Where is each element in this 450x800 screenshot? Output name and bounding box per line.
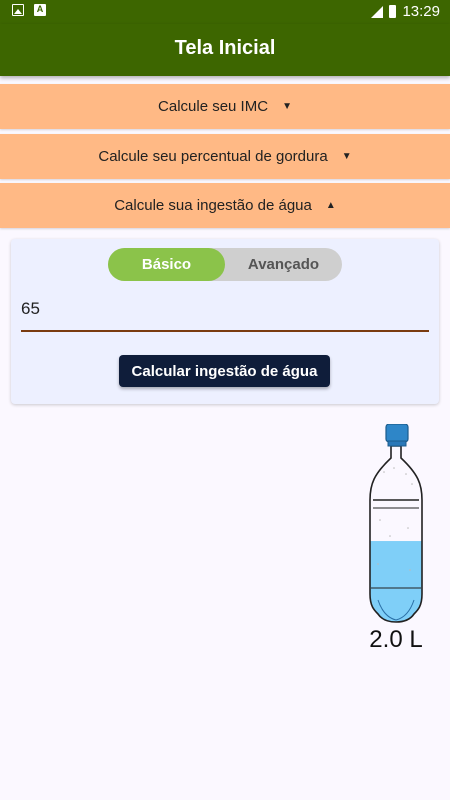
toggle-basic[interactable]: Básico: [108, 248, 225, 281]
accordion-body-fat[interactable]: Calcule seu percentual de gordura ▼: [0, 134, 450, 179]
battery-icon: [389, 5, 397, 18]
status-bar: A 13:29: [0, 0, 450, 24]
mode-toggle[interactable]: Básico Avançado: [108, 248, 342, 281]
font-notification-icon: A: [34, 4, 46, 16]
page-title: Tela Inicial: [174, 37, 276, 59]
status-time: 13:29: [402, 3, 440, 20]
water-amount-label: 2.0 L: [369, 626, 423, 653]
water-bottle-icon: [369, 424, 423, 623]
accordion-water-intake-label: Calcule sua ingestão de água: [114, 197, 312, 214]
signal-icon: [371, 5, 384, 18]
water-level: [370, 541, 422, 622]
chevron-down-icon: ▼: [282, 101, 292, 112]
accordion-imc-label: Calcule seu IMC: [158, 98, 269, 115]
calculate-water-button[interactable]: Calcular ingestão de água: [119, 355, 330, 387]
chevron-up-icon: ▲: [325, 200, 336, 211]
image-notification-icon: [12, 4, 24, 16]
app-bar: Tela Inicial: [0, 24, 450, 76]
accordion-body-fat-label: Calcule seu percentual de gordura: [98, 148, 328, 165]
accordion-imc[interactable]: Calcule seu IMC ▼: [0, 84, 450, 129]
weight-input[interactable]: 65: [21, 294, 429, 332]
toggle-advanced[interactable]: Avançado: [225, 248, 342, 281]
accordion-water-intake[interactable]: Calcule sua ingestão de água ▲: [0, 183, 450, 228]
water-intake-card: Básico Avançado 65 Calcular ingestão de …: [11, 239, 439, 404]
chevron-down-icon: ▼: [341, 151, 352, 162]
